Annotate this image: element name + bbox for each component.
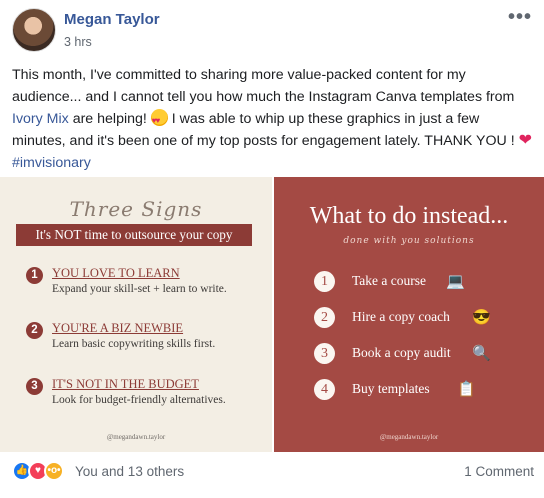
step-number: 4 [314, 379, 335, 400]
post-images: Three Signs It's NOT time to outsource y… [0, 177, 544, 452]
sign-title: YOU LOVE TO LEARN [52, 266, 180, 280]
image-title: What to do instead... [309, 203, 509, 229]
laptop-icon: 💻 [446, 273, 465, 290]
author-name[interactable]: Megan Taylor [64, 11, 160, 28]
ivory-mix-link[interactable]: Ivory Mix [12, 111, 69, 127]
sign-number: 2 [26, 322, 43, 339]
image-three-signs[interactable]: Three Signs It's NOT time to outsource y… [0, 177, 272, 452]
image-subtitle: done with you solutions [343, 236, 475, 246]
reaction-icons[interactable]: 👍 ♥ •o• [12, 461, 72, 481]
sign-title: YOU'RE A BIZ NEWBIE [52, 321, 184, 335]
step-label: Book a copy audit [352, 345, 451, 360]
step-label: Buy templates [352, 381, 430, 396]
wow-icon: •o• [44, 461, 64, 481]
sunglasses-face-icon: 😎 [472, 309, 491, 326]
image-what-to-do[interactable]: What to do instead... done with you solu… [274, 177, 544, 452]
magnifier-icon: 🔍 [472, 345, 491, 362]
hashtag-link[interactable]: #imvisionary [12, 155, 91, 171]
post-footer: 👍 ♥ •o• You and 13 others 1 Comment [0, 458, 544, 488]
sign-desc: Look for budget-friendly alternatives. [52, 394, 226, 406]
clipboard-icon: 📋 [457, 381, 476, 398]
image-handle: @megandawn.taylor [106, 433, 166, 441]
step-label: Hire a copy coach [352, 309, 450, 324]
sign-number: 3 [26, 378, 43, 395]
heart-eyes-emoji-icon [150, 109, 168, 132]
sign-desc: Learn basic copywriting skills first. [52, 338, 216, 350]
comments-count[interactable]: 1 Comment [464, 464, 534, 479]
post-header: Megan Taylor 3 hrs ••• [0, 0, 544, 60]
more-options-icon[interactable]: ••• [508, 6, 532, 29]
post-text-part: This month, I've committed to sharing mo… [12, 67, 515, 105]
step-item: 4 Buy templates 📋 [314, 379, 534, 401]
reactors-count[interactable]: You and 13 others [75, 464, 184, 479]
post-timestamp[interactable]: 3 hrs [64, 35, 92, 49]
step-item: 3 Book a copy audit 🔍 [314, 343, 534, 365]
red-heart-icon: ❤ [518, 132, 533, 149]
avatar[interactable] [12, 8, 56, 52]
step-item: 1 Take a course 💻 [314, 271, 534, 293]
post-body: This month, I've committed to sharing mo… [12, 64, 534, 174]
script-title: Three Signs [69, 197, 203, 221]
step-number: 2 [314, 307, 335, 328]
image-handle: @megandawn.taylor [379, 433, 439, 441]
sign-number: 1 [26, 267, 43, 284]
post-text-part: are helping! [68, 111, 151, 127]
step-label: Take a course [352, 273, 427, 288]
step-number: 1 [314, 271, 335, 292]
image-banner: It's NOT time to outsource your copy [16, 224, 252, 246]
step-item: 2 Hire a copy coach 😎 [314, 307, 534, 329]
step-number: 3 [314, 343, 335, 364]
sign-desc: Expand your skill-set + learn to write. [52, 283, 227, 295]
sign-title: IT'S NOT IN THE BUDGET [52, 377, 199, 391]
